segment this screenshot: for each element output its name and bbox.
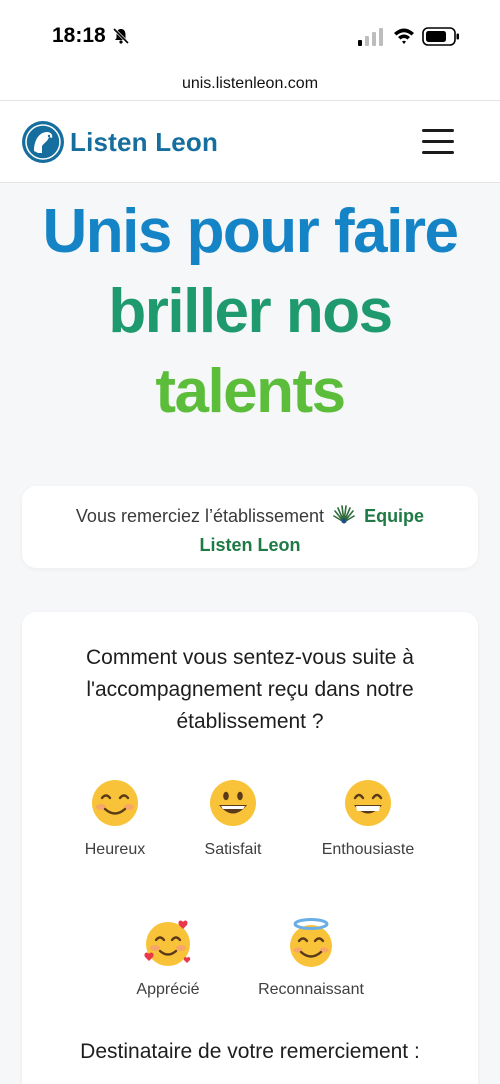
thanks-prefix: Vous remerciez l’établissement (75, 506, 325, 526)
hero-line-1: Unis pour faire (42, 197, 459, 266)
option-satisfait[interactable]: Satisfait (188, 778, 278, 859)
halo-face-icon (290, 918, 332, 967)
option-heureux[interactable]: Heureux (70, 778, 160, 859)
survey-card: Comment vous sentez-vous suite à l'accom… (22, 612, 478, 1084)
survey-question-text: Comment vous sentez-vous suite à l'accom… (86, 646, 414, 733)
grinning-face-icon (210, 780, 256, 826)
cellular-signal-icon (358, 28, 383, 46)
url-text: unis.listenleon.com (181, 75, 319, 92)
hero-title: Unis pour faire briller nos talents (0, 192, 500, 432)
survey-question: Comment vous sentez-vous suite à l'accom… (22, 642, 478, 738)
wifi-icon (394, 28, 414, 44)
hero-line-3: talents (155, 357, 346, 426)
smiling-face-with-hearts-icon (144, 920, 191, 966)
beaming-face-icon (345, 780, 391, 826)
menu-bar-icon (422, 140, 454, 143)
menu-bar-icon (422, 151, 454, 154)
org-name-part-2: Listen Leon (199, 535, 301, 555)
url-bar[interactable]: unis.listenleon.com (0, 68, 500, 100)
option-label: Enthousiaste (321, 841, 415, 858)
peacock-icon (333, 505, 355, 524)
battery-icon (422, 27, 459, 46)
hero-line-2: briller nos (108, 277, 393, 346)
thanks-card: Vous remerciez l’établissement Equipe Li… (22, 486, 478, 568)
option-enthousiaste[interactable]: Enthousiaste (310, 778, 426, 859)
logo-text[interactable]: Listen Leon (70, 127, 218, 158)
listen-leon-logo-icon[interactable] (20, 119, 66, 165)
bell-muted-icon (112, 27, 130, 45)
status-time: 18:18 (52, 24, 106, 47)
status-bar: 18:18 (0, 0, 500, 68)
option-label: Reconnaissant (258, 981, 364, 998)
hamburger-menu-button[interactable] (420, 125, 456, 159)
recipient-label: Destinataire de votre remerciement : (80, 1040, 420, 1063)
option-label: Apprécié (136, 981, 200, 998)
option-reconnaissant[interactable]: Reconnaissant (248, 918, 374, 999)
option-label: Satisfait (204, 841, 262, 858)
site-header: Listen Leon (0, 100, 500, 183)
menu-bar-icon (422, 129, 454, 132)
option-apprecie[interactable]: Apprécié (118, 918, 218, 999)
org-name-part-1: Equipe (364, 506, 425, 526)
smiling-face-icon (92, 780, 138, 826)
option-label: Heureux (84, 841, 146, 858)
